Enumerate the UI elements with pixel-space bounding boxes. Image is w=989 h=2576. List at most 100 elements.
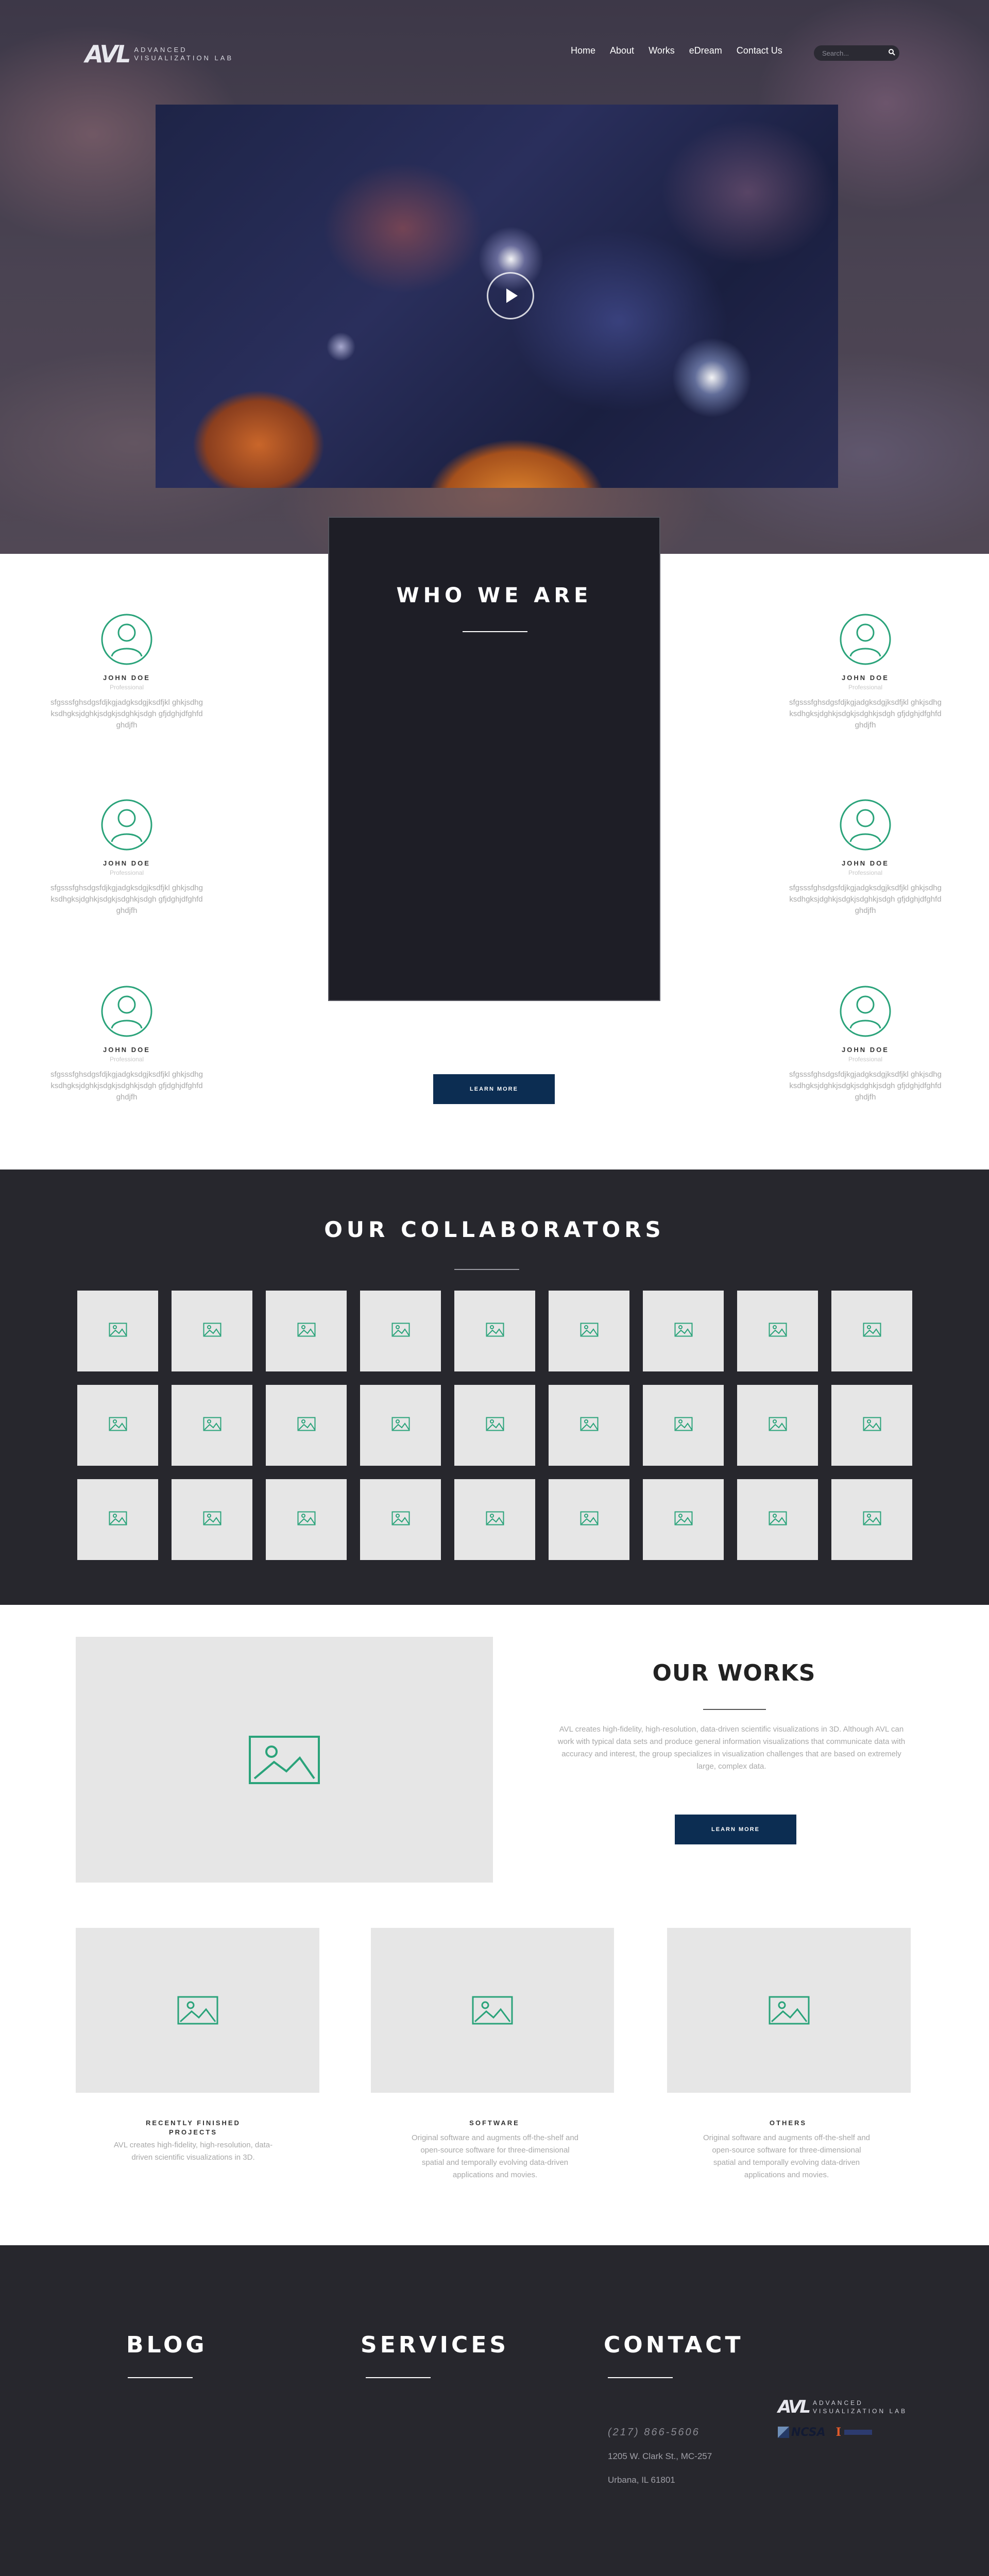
illinois-logo[interactable]: I [836,2426,872,2439]
image-placeholder-icon [863,1417,881,1434]
image-placeholder-icon [674,1417,693,1434]
image-placeholder-icon [203,1417,221,1434]
member-name: JOHN DOE [842,1046,889,1054]
hero-section: AVL ADVANCED VISUALIZATION LAB Home Abou… [0,0,989,554]
logo-line-1: ADVANCED [134,46,187,54]
logo-wordmark: ADVANCED VISUALIZATION LAB [813,2399,907,2415]
others-card-image[interactable] [667,1928,911,2093]
contact-phone[interactable]: (217) 866-5606 [608,2427,700,2438]
works-learn-more-button[interactable]: LEARN MORE [675,1815,796,1844]
image-placeholder-icon [486,1323,504,1340]
member-bio: sfgsssfghsdgsfdjkgjadgksdgjksdfjkl ghkjs… [50,698,203,730]
software-card-image[interactable] [371,1928,614,2093]
collaborator-logo[interactable] [737,1385,818,1466]
nav-about[interactable]: About [610,45,634,56]
collaborator-logo[interactable] [831,1479,912,1560]
collaborator-logo[interactable] [454,1291,535,1371]
image-placeholder-icon [486,1417,504,1434]
collaborator-logo[interactable] [737,1291,818,1371]
collaborator-logo[interactable] [454,1479,535,1560]
image-placeholder-icon [580,1323,599,1340]
collaborator-logo[interactable] [172,1291,252,1371]
team-member: JOHN DOE Professional sfgsssfghsdgsfdjkg… [49,985,204,1103]
site-logo[interactable]: AVL ADVANCED VISUALIZATION LAB [85,42,233,66]
collaborators-section: OUR COLLABORATORS [0,1170,989,1605]
image-placeholder-icon [863,1323,881,1340]
collaborator-logo[interactable] [172,1385,252,1466]
title-divider [128,2377,193,2378]
collaborator-logo[interactable] [360,1291,441,1371]
collaborator-logo[interactable] [549,1479,629,1560]
logo-line-2: VISUALIZATION LAB [134,54,234,62]
collaborator-logo[interactable] [360,1479,441,1560]
collaborator-logo[interactable] [643,1479,724,1560]
works-description: AVL creates high-fidelity, high-resoluti… [557,1725,906,1771]
play-button[interactable] [487,272,534,319]
image-placeholder-icon [769,1511,787,1528]
image-placeholder-icon [674,1511,693,1528]
member-name: JOHN DOE [842,674,889,682]
collaborator-logo[interactable] [549,1291,629,1371]
collaborator-logo[interactable] [77,1385,158,1466]
member-role: Professional [109,684,144,691]
user-avatar-icon [840,986,891,1037]
who-learn-more-button[interactable]: LEARN MORE [433,1074,555,1104]
works-title: OUR WORKS [652,1660,816,1686]
title-divider [608,2377,673,2378]
hero-video[interactable] [156,105,838,488]
image-placeholder-icon [203,1323,221,1340]
nav-home[interactable]: Home [571,45,595,56]
collaborator-logo[interactable] [266,1479,347,1560]
project-card-image[interactable] [76,1928,319,2093]
collaborator-logo[interactable] [360,1385,441,1466]
image-placeholder-icon [472,1996,513,2025]
collaborator-logo[interactable] [266,1385,347,1466]
collaborator-logo[interactable] [266,1291,347,1371]
member-name: JOHN DOE [103,859,150,867]
logo-line-1: ADVANCED [812,2399,863,2406]
member-bio: sfgsssfghsdgsfdjkgjadgksdgjksdfjkl ghkjs… [789,698,942,730]
ncsa-logo[interactable]: NCSA [778,2426,826,2439]
collaborator-logo[interactable] [172,1479,252,1560]
member-role: Professional [109,1056,144,1063]
collaborator-logo[interactable] [737,1479,818,1560]
member-name: JOHN DOE [103,1046,150,1054]
software-card-description: Original software and augments off-the-s… [411,2133,579,2179]
collaborator-logo[interactable] [454,1385,535,1466]
team-member: JOHN DOE Professional sfgsssfghsdgsfdjkg… [788,985,943,1103]
collaborator-logo[interactable] [643,1291,724,1371]
footer-services-heading[interactable]: SERVICES [361,2332,509,2358]
footer-blog-heading[interactable]: BLOG [126,2332,208,2358]
search-icon[interactable] [887,48,896,58]
user-avatar-icon [840,614,891,665]
member-role: Professional [848,869,883,876]
projects-card-title[interactable]: RECENTLY FINISHED PROJECTS [131,2119,255,2137]
image-placeholder-icon [486,1511,504,1528]
image-placeholder-icon [109,1511,127,1528]
user-avatar-icon [101,799,152,851]
collaborator-logo[interactable] [77,1291,158,1371]
collaborator-logo[interactable] [549,1385,629,1466]
collaborator-logo[interactable] [831,1291,912,1371]
team-member: JOHN DOE Professional sfgsssfghsdgsfdjkg… [49,799,204,917]
nav-contact-us[interactable]: Contact Us [737,45,782,56]
nav-edream[interactable]: eDream [689,45,722,56]
image-placeholder-icon [580,1511,599,1528]
collaborator-logo[interactable] [831,1385,912,1466]
contact-address-line1: 1205 W. Clark St., MC-257 [608,2451,712,2461]
user-avatar-icon [101,986,152,1037]
software-card-title[interactable]: SOFTWARE [422,2119,567,2128]
footer-contact-heading[interactable]: CONTACT [604,2332,743,2358]
others-card-description: Original software and augments off-the-s… [703,2133,871,2179]
image-placeholder-icon [297,1417,316,1434]
nav-works[interactable]: Works [649,45,675,56]
team-member: JOHN DOE Professional sfgsssfghsdgsfdjkg… [788,799,943,917]
collaborator-logo[interactable] [643,1385,724,1466]
footer-logo[interactable]: AVL ADVANCED VISUALIZATION LAB [778,2398,907,2416]
collaborator-logo[interactable] [77,1479,158,1560]
user-avatar-icon [101,614,152,665]
others-card-title[interactable]: OTHERS [716,2119,860,2128]
search-input[interactable] [822,49,879,57]
image-placeholder-icon [297,1511,316,1528]
image-placeholder-icon [109,1323,127,1340]
